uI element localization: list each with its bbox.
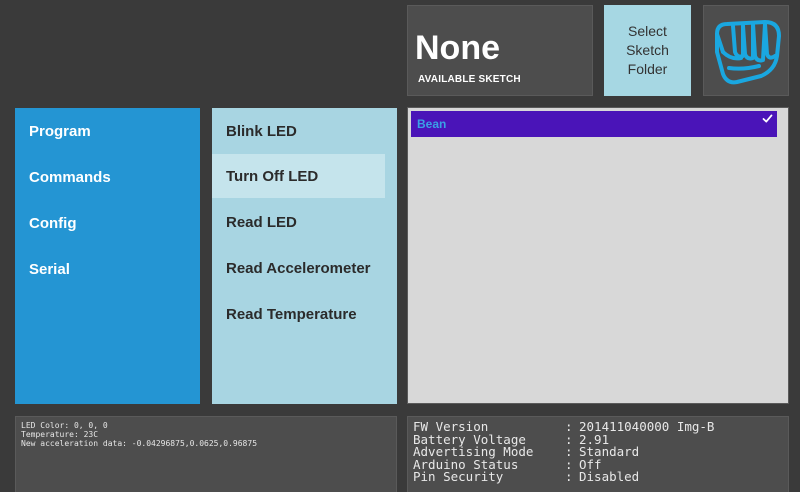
command-turn-off-led[interactable]: Turn Off LED: [212, 154, 385, 198]
command-read-temperature[interactable]: Read Temperature: [212, 292, 385, 336]
main-nav: Program Commands Config Serial: [15, 108, 200, 404]
list-item[interactable]: Bean: [411, 111, 777, 137]
available-sketch-panel: None AVAILABLE SKETCH: [407, 5, 593, 96]
select-folder-label: Select Sketch Folder: [626, 23, 669, 77]
log-line: Temperature: 23C: [21, 430, 99, 439]
commands-panel: Blink LED Turn Off LED Read LED Read Acc…: [212, 108, 397, 404]
checkmark-icon: [762, 114, 773, 123]
sketch-label: AVAILABLE SKETCH: [418, 74, 521, 85]
nav-item-serial[interactable]: Serial: [29, 261, 70, 278]
logo-panel: [703, 5, 789, 96]
status-row-pin-security: Pin Security : Disabled: [413, 469, 640, 485]
log-line: LED Color: 0, 0, 0: [21, 421, 108, 430]
device-status: FW Version : 201411040000 Img-B Battery …: [407, 416, 789, 492]
command-blink-led[interactable]: Blink LED: [212, 109, 385, 153]
device-name: Bean: [417, 117, 447, 131]
serial-log: LED Color: 0, 0, 0 Temperature: 23C New …: [15, 416, 397, 492]
app-window: None AVAILABLE SKETCH Select Sketch Fold…: [0, 0, 800, 492]
fist-icon: [715, 19, 781, 84]
nav-item-commands[interactable]: Commands: [29, 169, 111, 186]
command-read-led[interactable]: Read LED: [212, 200, 385, 244]
nav-item-config[interactable]: Config: [29, 215, 76, 232]
log-line: New acceleration data: -0.04296875,0.062…: [21, 439, 258, 448]
command-read-accelerometer[interactable]: Read Accelerometer: [212, 246, 385, 290]
nav-item-program[interactable]: Program: [29, 123, 91, 140]
select-sketch-folder-button[interactable]: Select Sketch Folder: [604, 5, 691, 96]
sketch-name: None: [415, 29, 500, 67]
device-list: Bean: [407, 107, 789, 404]
